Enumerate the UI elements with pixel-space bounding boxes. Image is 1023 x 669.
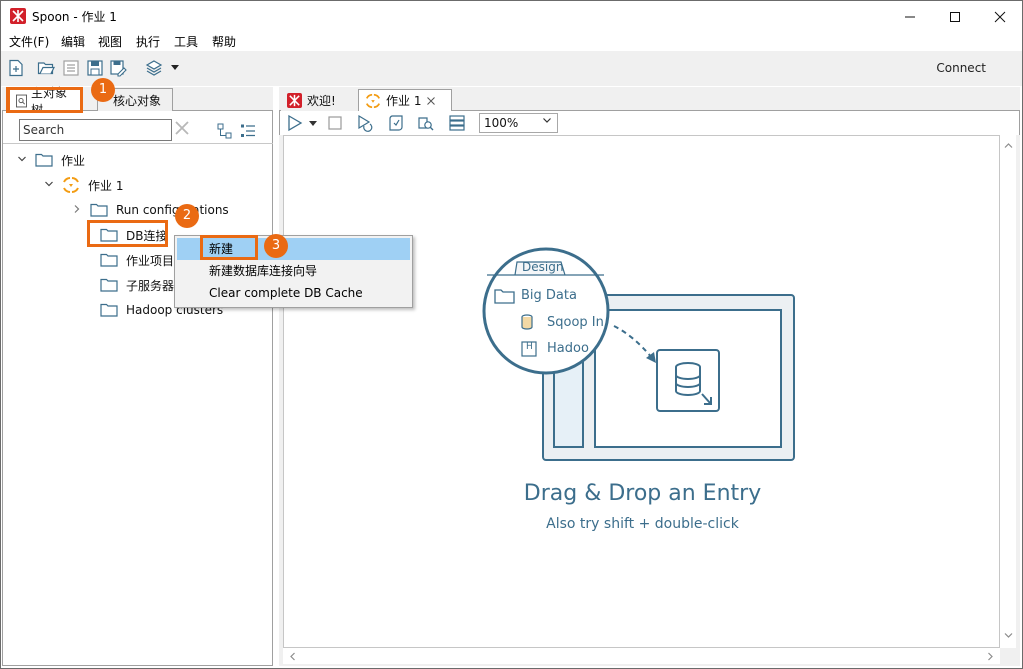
scroll-right-icon[interactable] [986,652,995,664]
tree-item-label: 子服务器 [126,278,175,293]
verify-icon[interactable] [387,114,405,132]
tab-job-1[interactable]: 作业 1 [358,89,452,111]
callout-box-new [200,235,258,260]
tab-welcome[interactable]: 欢迎! [281,89,358,111]
explore-repo-icon[interactable] [62,59,80,77]
replay-icon[interactable] [356,114,374,132]
folder-icon [100,278,118,292]
chevron-right-icon[interactable] [72,203,82,217]
step-badge-3: 3 [264,234,288,258]
tab-job-1-label: 作业 1 [386,94,422,108]
object-tree-panel: 作业 作业 1 Run configurations DB连接 作业项目 [2,111,273,666]
tree-item-label: 作业 [61,153,86,168]
illustration-item-hadoop: Hadoo [547,341,589,356]
close-tab-icon[interactable] [426,96,436,106]
main-toolbar: Connect [1,51,1022,86]
job-icon [63,177,79,193]
chevron-down-icon [542,115,552,128]
tree-item-jobs[interactable]: 作业 [17,149,85,171]
open-folder-icon[interactable] [37,59,55,77]
save-icon[interactable] [86,59,104,77]
sql-icon[interactable] [448,114,466,132]
folder-icon [100,303,118,317]
new-file-icon[interactable] [7,59,25,77]
callout-box-main-tree-tab [6,87,83,113]
window-title: Spoon - 作业 1 [32,10,117,24]
drag-drop-subtitle: Also try shift + double-click [546,516,739,532]
callout-box-db-connections [87,220,168,247]
menu-item-clear-db-cache[interactable]: Clear complete DB Cache [177,282,410,304]
hadoop-h-icon: H [526,342,533,352]
tree-item-slave-servers[interactable]: 子服务器 [90,274,174,296]
menu-edit[interactable]: 编辑 [61,33,85,50]
folder-icon [100,253,118,267]
folder-icon [35,153,53,167]
folder-icon [90,203,108,217]
horizontal-scrollbar[interactable] [283,648,1000,664]
tab-core-objects-label: 核心对象 [113,93,162,108]
tab-welcome-label: 欢迎! [307,93,336,108]
scroll-down-icon[interactable] [1004,631,1013,643]
illustration-design-tab: Design [522,260,564,274]
editor-tabs: 欢迎! 作业 1 [279,87,1020,111]
stop-icon[interactable] [326,114,344,132]
illustration-folder-label: Big Data [521,288,577,303]
title-bar: Spoon - 作业 1 [0,0,1023,31]
step-badge-1: 1 [91,78,115,102]
drag-drop-title: Drag & Drop an Entry [523,481,762,506]
run-icon[interactable] [286,114,304,132]
left-panel: 主对象树 核心对象 作业 [2,86,273,666]
tree-item-job-1[interactable]: 作业 1 [44,174,123,196]
save-as-icon[interactable] [109,59,127,77]
connect-button[interactable]: Connect [936,61,986,75]
collapse-all-icon[interactable] [217,123,233,139]
menu-view[interactable]: 视图 [98,33,122,50]
maximize-button[interactable] [932,1,978,32]
tree-item-run-configurations[interactable]: Run configurations [72,199,229,221]
search-row [3,111,273,144]
search-input[interactable] [19,119,172,141]
minimize-button[interactable] [887,1,933,32]
vertical-scrollbar[interactable] [1000,135,1016,648]
tree-item-label: 作业项目 [126,253,175,268]
scroll-up-icon[interactable] [1004,141,1013,153]
editor-panel: 欢迎! 作业 1 100% Design Big Data Sqoop In H… [279,87,1020,666]
zoom-select[interactable]: 100% [479,113,558,133]
menu-tools[interactable]: 工具 [174,33,198,50]
tree-item-label: Run configurations [116,203,229,217]
layers-icon[interactable] [145,59,163,77]
canvas-toolbar: 100% [279,111,1020,135]
menu-run[interactable]: 执行 [136,33,160,50]
job-canvas[interactable]: Design Big Data Sqoop In Hadoo H Drag & … [283,135,1000,648]
spoon-logo-icon [10,8,26,24]
illustration-item-sqoop: Sqoop In [547,315,604,330]
chevron-expanded-icon[interactable] [17,153,27,167]
menu-help[interactable]: 帮助 [212,33,236,50]
step-badge-2: 2 [175,204,199,228]
close-button[interactable] [977,1,1023,32]
tree-item-job-entries[interactable]: 作业项目 [90,249,174,271]
menu-item-new-db-wizard[interactable]: 新建数据库连接向导 [177,260,410,282]
expand-list-icon[interactable] [240,123,256,139]
menu-file[interactable]: 文件(F) [9,33,49,50]
chevron-down-icon[interactable] [169,61,187,79]
clear-search-icon[interactable] [175,119,189,140]
run-dropdown-icon[interactable] [308,117,326,135]
zoom-value: 100% [484,116,519,130]
job-icon [365,93,381,108]
tree-item-label: 作业 1 [88,178,124,193]
spoon-icon [287,92,302,108]
scroll-left-icon[interactable] [288,652,297,664]
chevron-expanded-icon[interactable] [44,178,54,192]
menu-bar: 文件(F) 编辑 视图 执行 工具 帮助 [1,31,1022,51]
impact-icon[interactable] [417,114,435,132]
